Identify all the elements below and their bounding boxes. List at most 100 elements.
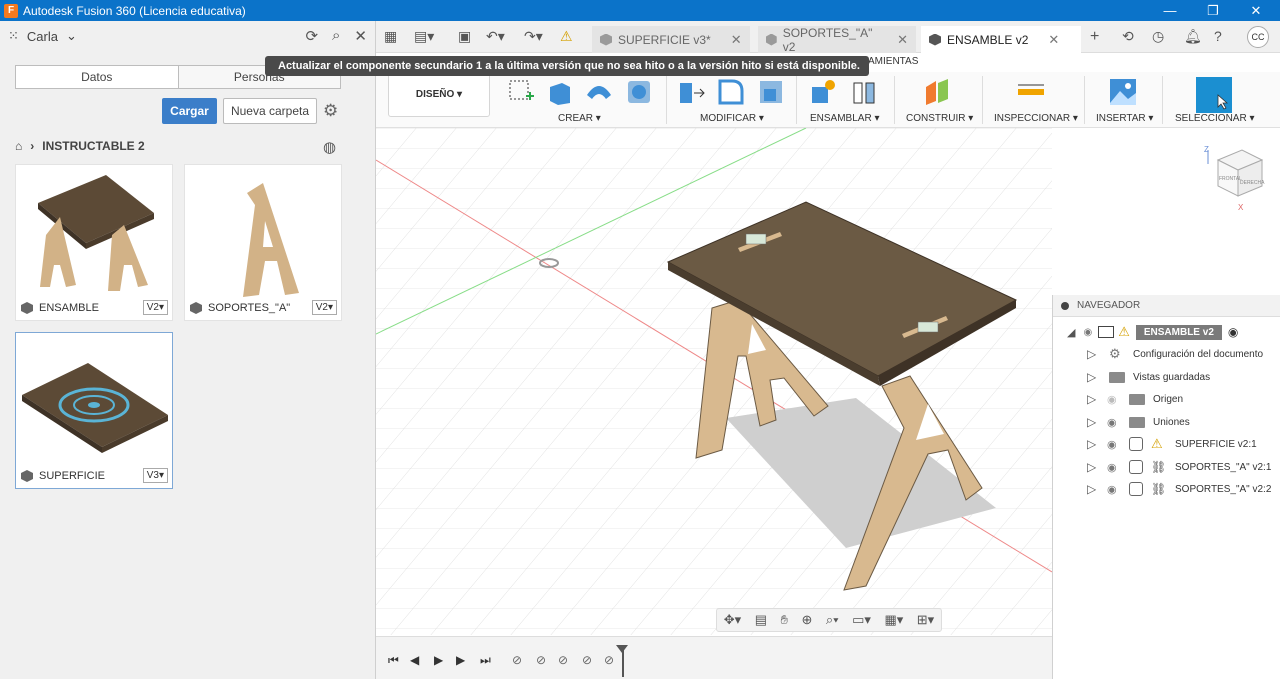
redo-icon[interactable]: ↷▾ — [524, 28, 543, 45]
design-card-soportes[interactable]: SOPORTES_"A" V2▾ — [184, 164, 342, 321]
notifications-icon[interactable]: 🔔︎ — [1184, 28, 1202, 45]
revolve-icon[interactable] — [584, 77, 614, 107]
browser-header[interactable]: NAVEGADOR — [1053, 295, 1280, 317]
joint-icon[interactable] — [850, 77, 880, 107]
help-icon[interactable]: ? — [1214, 28, 1222, 44]
eye-icon[interactable]: ◉ — [1107, 461, 1121, 474]
expand-icon[interactable]: ▷ — [1087, 347, 1099, 361]
save-icon[interactable]: ▣ — [458, 28, 471, 45]
step-forward-icon[interactable]: ▶ — [456, 653, 465, 667]
browser-item-soportes-1[interactable]: ▷ ◉ ⛓︎ SOPORTES_"A" v2:1 — [1053, 456, 1271, 478]
fit-icon[interactable]: ⌕▾ — [826, 612, 839, 628]
joint-feature-icon[interactable]: ⊘ — [604, 653, 614, 667]
3d-viewport[interactable] — [376, 128, 1052, 635]
create-menu[interactable]: CREAR ▾ — [558, 113, 601, 124]
insert-image-icon[interactable] — [1108, 77, 1138, 107]
zoom-icon[interactable]: ⊕ — [801, 612, 812, 628]
version-badge[interactable]: V2▾ — [311, 300, 337, 315]
chamfer-icon[interactable] — [756, 77, 786, 107]
tab-superficie[interactable]: SUPERFICIE v3* ✕ — [592, 26, 750, 53]
step-back-icon[interactable]: ◀ — [410, 653, 419, 667]
close-icon[interactable]: ✕ — [1048, 32, 1059, 48]
new-folder-button[interactable]: Nueva carpeta — [223, 98, 317, 124]
close-icon[interactable]: ✕ — [897, 32, 908, 48]
joint-feature-icon[interactable]: ⊘ — [512, 653, 522, 667]
press-pull-icon[interactable] — [676, 77, 706, 107]
eye-icon[interactable]: ◉ — [1083, 327, 1092, 338]
workspace-selector[interactable]: DISEÑO ▾ — [388, 72, 490, 117]
eye-icon[interactable]: ◉ — [1107, 438, 1121, 451]
link-icon[interactable]: ⛓︎ — [1151, 482, 1167, 496]
expand-icon[interactable]: ▷ — [1087, 460, 1099, 474]
new-tab-icon[interactable]: + — [1090, 28, 1099, 46]
pan-icon[interactable]: ✋︎ — [781, 612, 788, 628]
breadcrumb-project[interactable]: INSTRUCTABLE 2 — [42, 139, 144, 153]
close-icon[interactable]: ✕ — [354, 27, 367, 45]
warning-icon[interactable]: ⚠ — [1151, 436, 1167, 452]
viewcube[interactable]: FRONTAL DERECHA Z X — [1198, 140, 1278, 216]
orbit-icon[interactable]: ✥▾ — [724, 612, 741, 628]
team-selector[interactable]: ⁙ Carla ⌄ — [8, 28, 77, 44]
assemble-menu[interactable]: ENSAMBLAR ▾ — [810, 113, 879, 124]
file-menu-icon[interactable]: ▤▾ — [414, 28, 434, 45]
browser-item-soportes-2[interactable]: ▷ ◉ ⛓︎ SOPORTES_"A" v2:2 — [1053, 478, 1271, 500]
gear-icon[interactable]: ⚙ — [323, 101, 338, 121]
warning-icon[interactable]: ⚠ — [560, 28, 573, 45]
browser-root[interactable]: ◢ ◉ ⚠ ENSAMBLE v2 ◉ — [1053, 321, 1238, 343]
eye-hidden-icon[interactable]: ◉ — [1107, 393, 1121, 406]
tab-datos[interactable]: Datos — [16, 66, 178, 88]
globe-icon[interactable]: ◍ — [323, 138, 336, 156]
browser-item-document-settings[interactable]: ▷ ⚙ Configuración del documento — [1053, 343, 1263, 365]
inspect-menu[interactable]: INSPECCIONAR ▾ — [994, 113, 1078, 124]
link-icon[interactable]: ⛓︎ — [1151, 460, 1167, 474]
play-icon[interactable]: ▶ — [434, 653, 443, 667]
insert-menu[interactable]: INSERTAR ▾ — [1096, 113, 1153, 124]
extensions-icon[interactable]: ⟲ — [1122, 28, 1134, 45]
browser-item-joints[interactable]: ▷ ◉ Uniones — [1053, 411, 1190, 433]
shell-icon[interactable] — [624, 77, 654, 107]
new-component-icon[interactable] — [808, 77, 838, 107]
create-sketch-icon[interactable] — [506, 77, 536, 107]
extrude-icon[interactable] — [544, 77, 574, 107]
expand-icon[interactable]: ▷ — [1087, 370, 1099, 384]
avatar[interactable]: CC — [1247, 26, 1269, 48]
tab-ensamble[interactable]: ENSAMBLE v2 ✕ — [921, 26, 1081, 53]
expand-icon[interactable]: ▷ — [1087, 437, 1099, 451]
expand-icon[interactable]: ▷ — [1087, 415, 1099, 429]
refresh-icon[interactable]: ⟳ — [305, 27, 318, 45]
design-card-ensamble[interactable]: ENSAMBLE V2▾ — [15, 164, 173, 321]
activate-icon[interactable]: ◉ — [1228, 325, 1238, 339]
expand-icon[interactable]: ▷ — [1087, 482, 1099, 496]
eye-icon[interactable]: ◉ — [1107, 483, 1121, 496]
display-settings-icon[interactable]: ▭▾ — [852, 612, 871, 628]
search-icon[interactable]: ⌕ — [332, 27, 340, 45]
version-badge[interactable]: V3▾ — [142, 468, 168, 483]
browser-item-origin[interactable]: ▷ ◉ Origen — [1053, 388, 1183, 410]
viewports-icon[interactable]: ⊞▾ — [917, 612, 934, 628]
construct-menu[interactable]: CONSTRUIR ▾ — [906, 113, 973, 124]
expand-icon[interactable]: ▷ — [1087, 392, 1099, 406]
joint-feature-icon[interactable]: ⊘ — [582, 653, 592, 667]
select-icon[interactable] — [1196, 77, 1232, 113]
warning-icon[interactable]: ⚠ — [1118, 324, 1130, 340]
grid-settings-icon[interactable]: ▦▾ — [884, 612, 903, 628]
collapse-icon[interactable] — [1061, 301, 1069, 310]
look-at-icon[interactable]: ▤ — [755, 612, 767, 628]
tab-soportes[interactable]: SOPORTES_"A" v2 ✕ — [758, 26, 916, 54]
root-component-label[interactable]: ENSAMBLE v2 — [1135, 324, 1222, 340]
design-card-superficie[interactable]: SUPERFICIE V3▾ — [15, 332, 173, 489]
go-to-start-icon[interactable]: ⏮ — [388, 653, 399, 668]
modify-menu[interactable]: MODIFICAR ▾ — [700, 113, 764, 124]
select-menu[interactable]: SELECCIONAR ▾ — [1175, 113, 1254, 124]
minimize-button[interactable]: — — [1150, 0, 1190, 21]
joint-feature-icon[interactable]: ⊘ — [558, 653, 568, 667]
offset-plane-icon[interactable] — [922, 77, 952, 107]
job-status-icon[interactable]: ◷ — [1152, 28, 1164, 45]
undo-icon[interactable]: ↶▾ — [486, 28, 505, 45]
home-icon[interactable]: ⌂ — [15, 139, 22, 153]
canvas-grid[interactable] — [376, 128, 1052, 635]
tools-tab-label[interactable]: AMIENTAS — [868, 56, 918, 67]
fillet-icon[interactable] — [716, 77, 746, 107]
joint-feature-icon[interactable]: ⊘ — [536, 653, 546, 667]
maximize-button[interactable]: ❐ — [1193, 0, 1233, 21]
